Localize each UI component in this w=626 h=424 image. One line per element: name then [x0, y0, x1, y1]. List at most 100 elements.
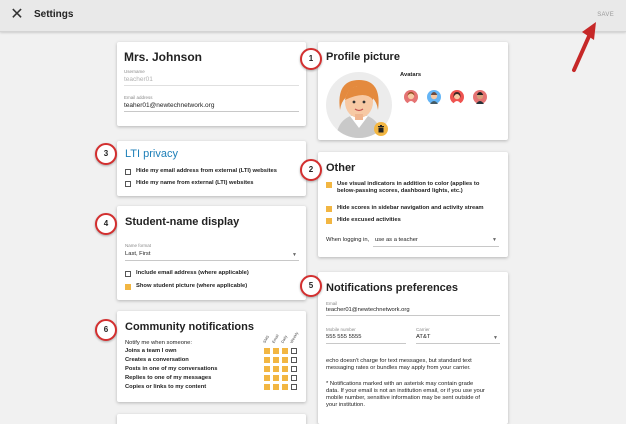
- chevron-down-icon[interactable]: ▼: [292, 252, 297, 258]
- avatar-option-1[interactable]: [404, 90, 418, 104]
- notif-email-field[interactable]: teacher01@newtechnetwork.org: [326, 307, 410, 314]
- column-email: Email: [271, 333, 280, 344]
- avatars-label: Avatars: [400, 72, 422, 78]
- option-label: Hide scores in sidebar navigation and ac…: [337, 205, 484, 211]
- callout-badge-5: 5: [300, 275, 322, 297]
- checkbox[interactable]: [264, 375, 270, 381]
- mobile-number-label: Mobile number: [326, 327, 356, 332]
- sms-note: echo doesn't charge for text messages, b…: [326, 358, 472, 371]
- username-underline: [124, 85, 299, 86]
- name-format-label: Name format: [125, 243, 152, 248]
- callout-badge-6: 6: [95, 319, 117, 341]
- row-label: Joins a team I own: [125, 348, 177, 354]
- carrier-label: Carrier: [416, 327, 430, 332]
- carrier-select[interactable]: AT&T: [416, 334, 430, 341]
- callout-badge-4: 4: [95, 213, 117, 235]
- checkbox[interactable]: [282, 357, 288, 363]
- other-title: Other: [326, 162, 356, 174]
- avatar-option-2[interactable]: [427, 90, 441, 104]
- profile-picture-card: Profile picture Avatars: [318, 42, 508, 140]
- checkbox[interactable]: [326, 181, 332, 188]
- save-button[interactable]: SAVE: [597, 12, 614, 18]
- option-label: Include email address (where applicable): [136, 270, 249, 276]
- show-picture-option[interactable]: Show student picture (where applicable): [125, 283, 247, 290]
- lti-hide-email-option[interactable]: Hide my email address from external (LTI…: [125, 168, 277, 175]
- email-label: Email address: [124, 95, 153, 100]
- hide-excused-option[interactable]: Hide excused activities: [326, 217, 401, 224]
- lti-privacy-card: LTI privacy Hide my email address from e…: [117, 141, 306, 196]
- login-label: When logging in,: [326, 237, 370, 243]
- carrier-underline: [416, 343, 500, 344]
- checkbox[interactable]: [291, 357, 297, 363]
- close-icon[interactable]: ✕: [8, 6, 26, 24]
- checkbox[interactable]: [326, 205, 332, 212]
- checkbox[interactable]: [273, 384, 279, 390]
- checkbox[interactable]: [291, 384, 297, 390]
- top-bar: ✕ Settings SAVE: [0, 0, 626, 32]
- lti-hide-name-option[interactable]: Hide my name from external (LTI) website…: [125, 180, 253, 187]
- column-daily: Daily: [280, 334, 289, 344]
- option-label: Hide excused activities: [337, 217, 401, 223]
- notifications-title: Notifications preferences: [326, 282, 459, 294]
- other-card: Other Use visual indicators in addition …: [318, 152, 508, 257]
- avatar-option-3[interactable]: [450, 90, 464, 104]
- hide-scores-option[interactable]: Hide scores in sidebar navigation and ac…: [326, 205, 484, 212]
- checkbox[interactable]: [273, 366, 279, 372]
- student-name-title: Student-name display: [125, 216, 240, 228]
- checkbox[interactable]: [291, 348, 297, 354]
- include-email-option[interactable]: Include email address (where applicable): [125, 270, 249, 277]
- row-label: Creates a conversation: [125, 357, 189, 363]
- checkbox[interactable]: [273, 357, 279, 363]
- row-label: Copies or links to my content: [125, 384, 207, 390]
- email-underline: [124, 111, 299, 112]
- row-label: Posts in one of my conversations: [125, 366, 218, 372]
- username-field: teacher01: [124, 76, 153, 83]
- option-label: Hide my email address from external (LTI…: [136, 168, 277, 174]
- column-sms: SMS: [262, 334, 271, 344]
- checkbox[interactable]: [125, 283, 131, 290]
- student-name-card: Student-name display Name format Last, F…: [117, 206, 306, 300]
- checkbox[interactable]: [291, 366, 297, 372]
- pointer-arrow-icon: [572, 22, 596, 72]
- user-name: Mrs. Johnson: [124, 50, 203, 64]
- checkbox[interactable]: [291, 375, 297, 381]
- name-format-underline: [125, 260, 299, 261]
- checkbox[interactable]: [282, 384, 288, 390]
- email-field[interactable]: teaher01@newtechnetwork.org: [124, 102, 214, 109]
- avatar-option-4[interactable]: [473, 90, 487, 104]
- checkbox[interactable]: [282, 348, 288, 354]
- column-weekly: Weekly: [289, 331, 300, 344]
- checkbox[interactable]: [264, 366, 270, 372]
- checkbox[interactable]: [125, 168, 131, 175]
- checkbox[interactable]: [125, 180, 131, 187]
- checkbox[interactable]: [326, 217, 332, 224]
- login-select[interactable]: use as a teacher: [375, 237, 418, 244]
- checkbox[interactable]: [264, 357, 270, 363]
- checkbox[interactable]: [282, 375, 288, 381]
- checkbox[interactable]: [264, 348, 270, 354]
- row-label: Replies to one of my messages: [125, 375, 212, 381]
- profile-card: Mrs. Johnson Username teacher01 Email ad…: [117, 42, 306, 126]
- notif-email-underline: [326, 315, 500, 316]
- asterisk-note: * Notifications marked with an asterisk …: [326, 381, 485, 408]
- chevron-down-icon[interactable]: ▼: [492, 237, 497, 243]
- callout-badge-2: 2: [300, 159, 322, 181]
- option-label: Show student picture (where applicable): [136, 283, 248, 289]
- visual-indicators-option[interactable]: Use visual indicators in addition to col…: [326, 181, 479, 195]
- mobile-number-field[interactable]: 555 555 5555: [326, 334, 361, 341]
- option-label: Hide my name from external (LTI) website…: [136, 180, 254, 186]
- delete-picture-button[interactable]: [374, 122, 388, 136]
- chevron-down-icon[interactable]: ▼: [493, 335, 498, 341]
- checkbox[interactable]: [282, 366, 288, 372]
- checkbox[interactable]: [125, 270, 131, 277]
- callout-badge-3: 3: [95, 143, 117, 165]
- name-format-select[interactable]: Last, First: [125, 251, 150, 258]
- option-label: Use visual indicators in addition to col…: [337, 181, 480, 194]
- checkbox[interactable]: [273, 348, 279, 354]
- checkbox[interactable]: [264, 384, 270, 390]
- page-title: Settings: [34, 9, 74, 20]
- profile-picture-title: Profile picture: [326, 51, 400, 63]
- community-title: Community notifications: [125, 321, 254, 333]
- username-label: Username: [124, 69, 145, 74]
- checkbox[interactable]: [273, 375, 279, 381]
